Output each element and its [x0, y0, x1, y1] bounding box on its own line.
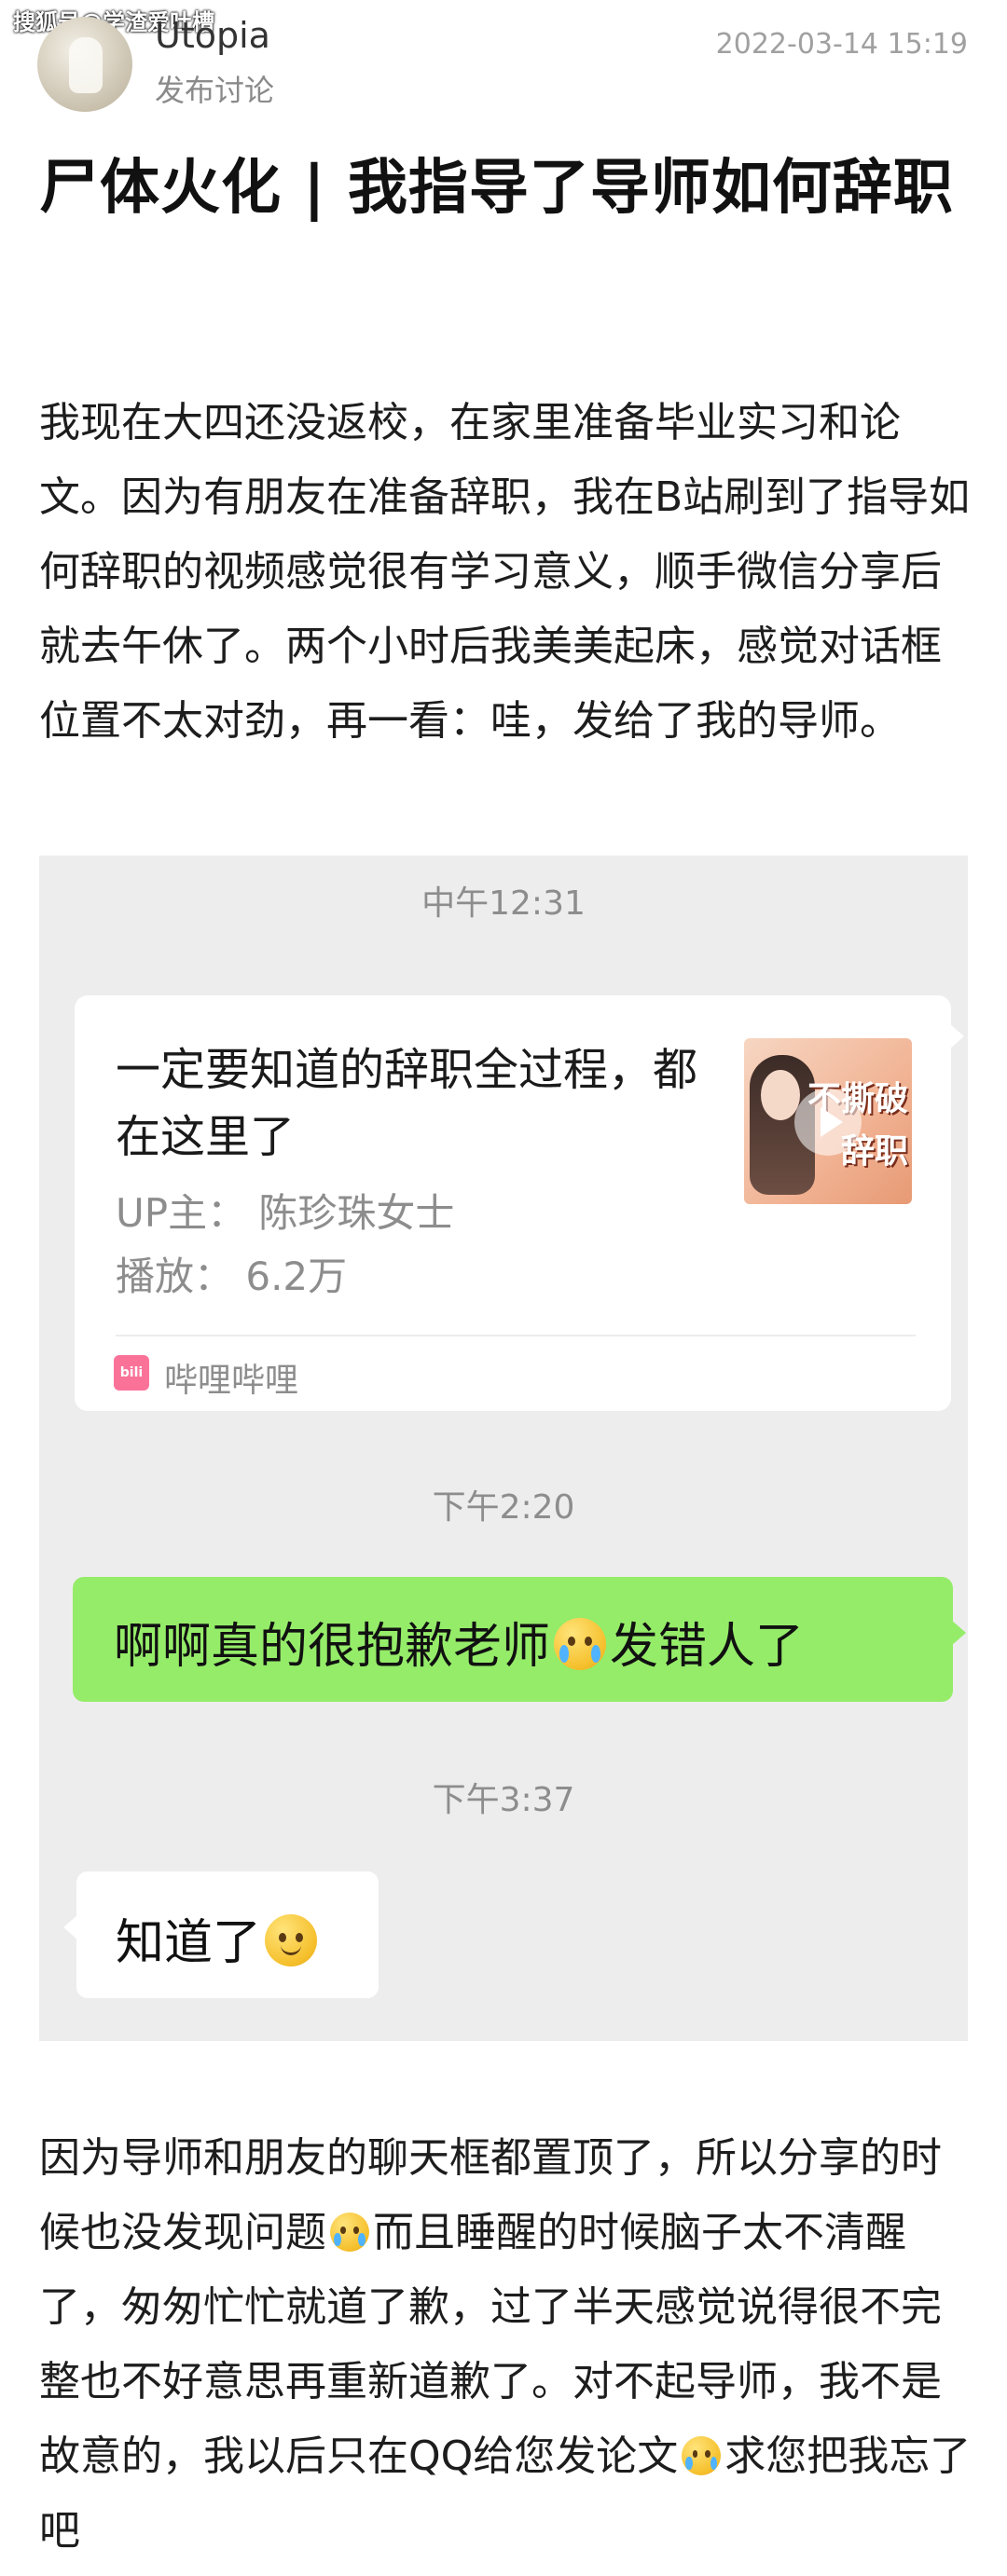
crying-face-icon — [330, 2213, 369, 2252]
post-type-label: 发布讨论 — [155, 73, 275, 108]
card-play-count: 播放： 6.2万 — [116, 1254, 348, 1299]
username[interactable]: Utopia — [155, 15, 270, 56]
sent-message-bubble[interactable]: 啊啊真的很抱歉老师 发错人了 — [73, 1577, 966, 1702]
video-thumbnail: 不撕破 辞职 — [744, 1038, 912, 1204]
play-icon — [794, 1089, 862, 1156]
card-source: 哔哩哔哩 — [164, 1362, 299, 1400]
post-paragraph-2: 因为导师和朋友的聊天框都置顶了，所以分享的时候也没发现问题 而且睡醒的时候脑子太不… — [39, 2121, 972, 2569]
post-title: 尸体火化 | 我指导了导师如何辞职 — [39, 154, 954, 223]
chat-screenshot: 中午12:31 一定要知道的辞职全过程，都在这里了 UP主： 陈珍珠女士 播放：… — [39, 856, 968, 2041]
chat-time-3: 下午3:37 — [432, 1781, 575, 1819]
received-message-bubble[interactable]: 知道了 — [63, 1871, 379, 1998]
shared-video-card[interactable]: 一定要知道的辞职全过程，都在这里了 UP主： 陈珍珠女士 播放： 6.2万 不撕… — [75, 995, 964, 1411]
crying-face-icon — [554, 1618, 607, 1670]
smiling-face-icon — [265, 1914, 318, 1966]
card-title: 一定要知道的辞职全过程，都在这里了 — [116, 1044, 698, 1163]
card-uploader: UP主： 陈珍珠女士 — [116, 1190, 455, 1236]
crying-face-icon — [682, 2436, 722, 2475]
sent-message-text-a: 啊啊真的很抱歉老师 — [114, 1619, 551, 1675]
chat-time-2: 下午2:20 — [432, 1488, 575, 1527]
chat-time-1: 中午12:31 — [421, 884, 586, 923]
card-divider — [116, 1335, 916, 1336]
post-paragraph-1: 我现在大四还没返校，在家里准备毕业实习和论文。因为有朋友在准备辞职，我在B站刷到… — [39, 399, 971, 745]
avatar[interactable] — [37, 17, 132, 112]
bilibili-icon: bili — [114, 1355, 149, 1391]
sent-message-text-b: 发错人了 — [610, 1619, 805, 1675]
post-timestamp: 2022-03-14 15:19 — [715, 28, 968, 61]
received-message-text: 知道了 — [116, 1915, 262, 1971]
